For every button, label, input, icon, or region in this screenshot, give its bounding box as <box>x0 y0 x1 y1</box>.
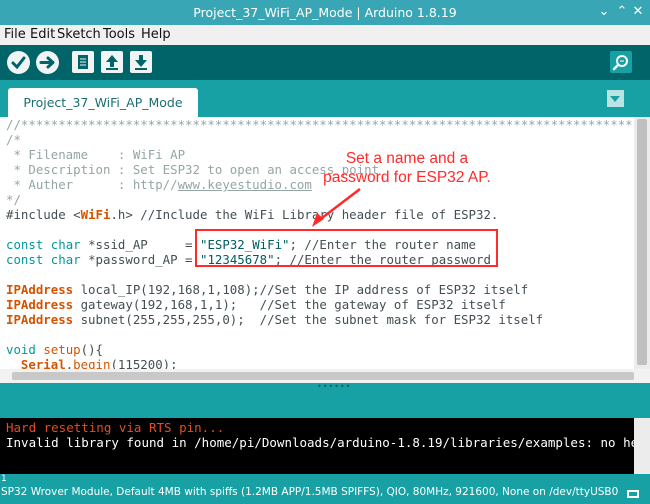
window-title: Project_37_WiFi_AP_Mode | Arduino 1.8.19 <box>193 5 457 20</box>
chevron-down-icon[interactable]: ⌄ <box>596 4 612 20</box>
menu-tools[interactable]: Tools <box>103 27 135 42</box>
magnifier-icon <box>612 55 628 71</box>
chevron-up-icon[interactable]: ⌃ <box>614 4 630 20</box>
editor-vertical-scrollbar[interactable] <box>634 117 650 369</box>
save-button[interactable] <box>130 51 152 73</box>
console-divider[interactable]: •••••• <box>0 382 650 418</box>
board-info: SP32 Wrover Module, Default 4MB with spi… <box>1 486 619 498</box>
upload-button[interactable] <box>36 51 59 74</box>
console-output: Hard resetting via RTS pin... Invalid li… <box>0 418 650 474</box>
arrow-up-icon <box>106 55 118 70</box>
tab-sketch[interactable]: Project_37_WiFi_AP_Mode <box>8 88 198 117</box>
console-line: Invalid library found in /home/pi/Downlo… <box>6 435 639 450</box>
menu-help[interactable]: Help <box>141 27 171 42</box>
title-bar: Project_37_WiFi_AP_Mode | Arduino 1.8.19… <box>0 0 650 25</box>
scroll-thumb[interactable] <box>12 372 634 380</box>
console-line: Hard resetting via RTS pin... <box>6 420 225 435</box>
drag-grip-icon[interactable]: •••••• <box>317 382 351 391</box>
tab-menu-button[interactable] <box>607 90 624 107</box>
arrow-right-icon <box>39 56 55 69</box>
close-icon[interactable]: ✕ <box>630 4 646 20</box>
file-icon <box>78 55 88 69</box>
status-bar: 1 SP32 Wrover Module, Default 4MB with s… <box>0 474 650 504</box>
verify-button[interactable] <box>7 51 30 74</box>
scroll-thumb[interactable] <box>637 119 647 365</box>
arrow-down-icon <box>135 55 147 70</box>
menu-edit[interactable]: Edit <box>30 27 55 42</box>
check-icon <box>11 56 26 70</box>
new-button[interactable] <box>72 51 94 73</box>
board-icon <box>627 490 639 498</box>
tab-bar: Project_37_WiFi_AP_Mode <box>0 80 650 117</box>
console-scrollbar[interactable] <box>634 418 650 474</box>
editor-horizontal-scrollbar[interactable] <box>0 369 650 383</box>
toolbar <box>0 45 650 80</box>
menu-file[interactable]: File <box>4 27 26 42</box>
code-editor[interactable]: //**************************************… <box>0 117 634 369</box>
menu-sketch[interactable]: Sketch <box>57 27 101 42</box>
line-number: 1 <box>1 474 7 484</box>
annotation-arrow-icon <box>312 188 361 227</box>
open-button[interactable] <box>101 51 123 73</box>
menu-bar: File Edit Sketch Tools Help <box>0 25 650 45</box>
serial-monitor-button[interactable] <box>610 51 632 73</box>
